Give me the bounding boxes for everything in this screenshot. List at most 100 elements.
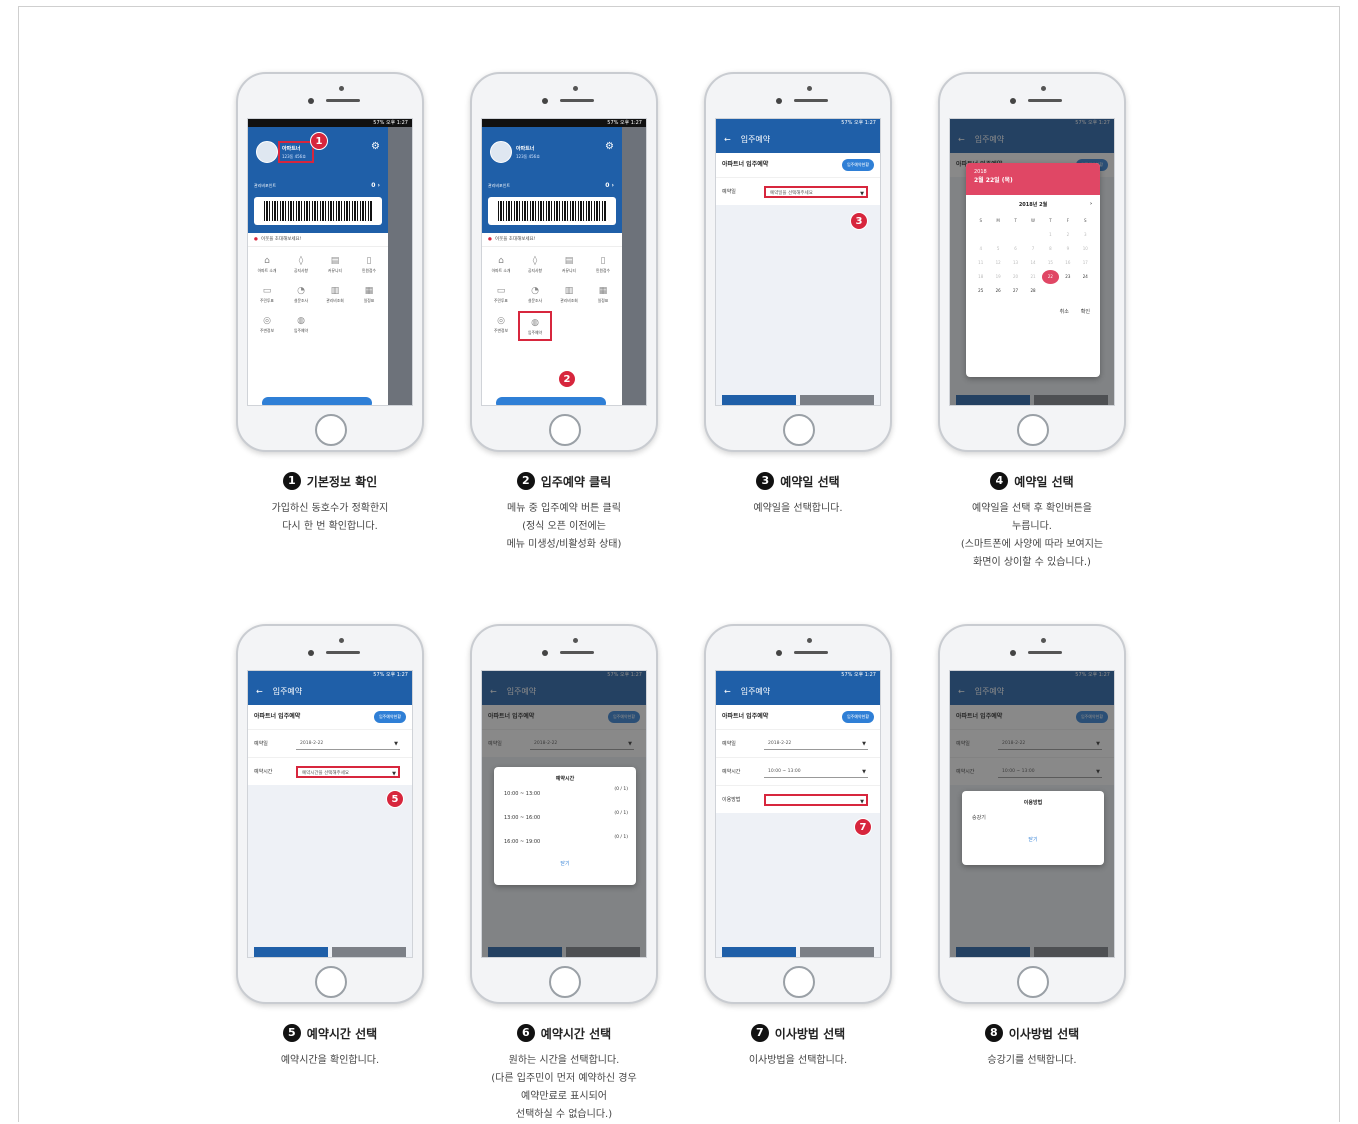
status-button[interactable] (332, 947, 406, 957)
gear-icon[interactable]: ⚙ (371, 141, 380, 152)
menu-item[interactable]: ▯ 민원접수 (352, 251, 386, 281)
phone-screen: 57% 오후 1:27 ←입주예약 아파트너 입주예약입주예약현황 예약일201… (949, 670, 1115, 958)
history-button[interactable]: 입주예약현황 (374, 711, 406, 723)
close-button[interactable]: 닫기 (962, 836, 1104, 843)
menu-item[interactable]: ▥ 관리비조회 (318, 281, 352, 311)
reserve-button[interactable] (722, 395, 796, 405)
invite-link[interactable]: 이웃을 초대해보세요! (248, 233, 388, 247)
menu-item[interactable]: ▭ 주민투표 (250, 281, 284, 311)
back-arrow-icon[interactable]: ← (724, 135, 731, 144)
menu-item[interactable]: ◊ 공지사항 (284, 251, 318, 281)
menu-item[interactable]: ▤ 커뮤니티 (552, 251, 586, 281)
date-select[interactable]: 예약일을 선택해주세요 (764, 186, 868, 200)
reserve-button[interactable] (254, 947, 328, 957)
date-label: 예약일 (254, 741, 268, 747)
document-icon: ▯ (600, 256, 606, 266)
step-description: 원하는 시간을 선택합니다. (다른 입주민이 먼저 예약하신 경우 예약만료로… (491, 1055, 637, 1120)
invite-link[interactable]: 이웃을 초대해보세요! (482, 233, 622, 247)
date-row: 예약일 2018-2-22 (716, 729, 880, 757)
survey-icon: ◔ (531, 286, 539, 296)
location-icon: ◎ (263, 316, 271, 326)
home-button (1017, 414, 1049, 446)
bottom-button[interactable] (262, 397, 372, 405)
step-badge: 5 (386, 790, 404, 808)
menu-item[interactable]: ⌂ 아파트 소개 (484, 251, 518, 281)
method-select[interactable] (764, 794, 868, 808)
close-button[interactable]: 닫기 (494, 860, 636, 867)
menu-item[interactable]: ▭ 주민투표 (484, 281, 518, 311)
selected-day[interactable]: 22 (1041, 270, 1060, 284)
step-number: 1 (282, 472, 301, 490)
time-select[interactable]: 10:00 ~ 13:00 (764, 766, 868, 778)
side-drawer: 아파트너 123동 456호 ⚙ 관리비포인트 0 › 이웃을 초대해보세요! … (248, 127, 388, 405)
menu-item[interactable]: ◎ 주변정보 (484, 311, 518, 341)
ok-button[interactable]: 확인 (1081, 309, 1090, 315)
points-row[interactable]: 관리비포인트 0 › (482, 179, 622, 193)
menu-item[interactable]: ▯ 민원접수 (586, 251, 620, 281)
cancel-button[interactable]: 취소 (1060, 309, 1069, 315)
menu-item[interactable]: ◎ 주변정보 (250, 311, 284, 341)
step-number: 3 (756, 472, 775, 490)
history-button[interactable]: 입주예약현황 (842, 159, 874, 171)
reserve-button[interactable] (722, 947, 796, 957)
time-select[interactable]: 예약시간을 선택해주세요 (296, 766, 400, 780)
time-row: 예약시간 예약시간을 선택해주세요 (248, 757, 412, 785)
drawer-overlay[interactable] (388, 127, 412, 405)
menu-item-move-in[interactable]: ◍ 입주예약 (518, 311, 552, 341)
user-unit: 123동 456호 (516, 154, 540, 159)
menu-item[interactable]: ◍ 입주예약 (284, 311, 318, 341)
avatar (490, 141, 512, 163)
home-button (549, 966, 581, 998)
points-label: 관리비포인트 (488, 183, 511, 188)
status-button[interactable] (800, 947, 874, 957)
home-button (1017, 966, 1049, 998)
step-number: 7 (750, 1024, 769, 1042)
phone-mockup: 57% 오후 1:27 ← 입주예약 아파트너 입주예약입주예약현황 예약일 201… (704, 624, 892, 1004)
chat-icon: ▤ (330, 256, 340, 266)
calendar-month: 2018년 2월 › (1018, 201, 1092, 208)
home-icon: ⌂ (498, 256, 504, 266)
section-header: 아파트너 입주예약입주예약현황 (248, 705, 412, 729)
move-in-icon: ◍ (531, 318, 539, 328)
menu-item[interactable]: ▥ 관리비조회 (552, 281, 586, 311)
home-button (783, 966, 815, 998)
date-select[interactable]: 2018-2-22 (764, 738, 868, 750)
menu-item[interactable]: ◔ 설문조사 (284, 281, 318, 311)
time-label: 예약시간 (254, 769, 273, 775)
date-label: 예약일 (722, 189, 736, 195)
method-option[interactable]: 승강기 (962, 806, 1104, 830)
menu-grid: ⌂ 아파트 소개 ◊ 공지사항 ▤ 커뮤니티 ▯ 민원접수 ▭ 주민투표 ◔ 설문조사 ▥ 관… (482, 247, 622, 345)
barcode (488, 197, 616, 225)
history-button[interactable]: 입주예약현황 (842, 711, 874, 723)
menu-item[interactable]: ◊ 공지사항 (518, 251, 552, 281)
points-row[interactable]: 관리비포인트 0 › (248, 179, 388, 193)
date-select[interactable]: 2018-2-22 (296, 738, 400, 750)
chevron-right-icon[interactable]: › (1090, 201, 1092, 207)
calendar-grid: SMTWTFS 123 4 5 6 7 8 9 10 11 12 13 14 15 16 17 18 19… (978, 218, 1088, 293)
survey-icon: ◔ (297, 286, 305, 296)
menu-item[interactable]: ▦ 일정표 (352, 281, 386, 311)
date-picker-header: 2018 2월 22일 (목) (966, 163, 1100, 195)
screen-title: 입주예약 (272, 687, 303, 696)
time-slot[interactable]: 16:00 ~ 19:00 (0 / 1) (494, 830, 636, 854)
bottom-button[interactable] (496, 397, 606, 405)
location-icon: ◎ (497, 316, 505, 326)
step-title: 기본정보 확인 (306, 474, 378, 489)
drawer-overlay[interactable] (622, 127, 646, 405)
menu-item[interactable]: ⌂ 아파트 소개 (250, 251, 284, 281)
gear-icon[interactable]: ⚙ (605, 141, 614, 152)
phone-screen: 57% 오후 1:27 아파트너 123동 456호 ⚙ 관리비포인트 0 › … (481, 118, 647, 406)
menu-item[interactable]: ▦ 일정표 (586, 281, 620, 311)
status-button[interactable] (800, 395, 874, 405)
back-arrow-icon[interactable]: ← (724, 687, 731, 696)
phone-mockup: 57% 오후 1:27 ← 입주예약 아파트너 입주예약 입주예약현황 예약일 예약일… (704, 72, 892, 452)
date-picker-dialog: 2018 2월 22일 (목) 2018년 2월 › SMTWTFS 123 45… (966, 163, 1100, 377)
menu-item[interactable]: ◔ 설문조사 (518, 281, 552, 311)
vote-icon: ▭ (496, 286, 506, 296)
vote-icon: ▭ (262, 286, 272, 296)
step-caption: 3 예약일 선택 예약일을 선택합니다. (698, 472, 898, 518)
back-arrow-icon[interactable]: ← (256, 687, 263, 696)
method-label: 이용방법 (722, 797, 741, 803)
bell-icon: ◊ (298, 256, 304, 266)
menu-item[interactable]: ▤ 커뮤니티 (318, 251, 352, 281)
